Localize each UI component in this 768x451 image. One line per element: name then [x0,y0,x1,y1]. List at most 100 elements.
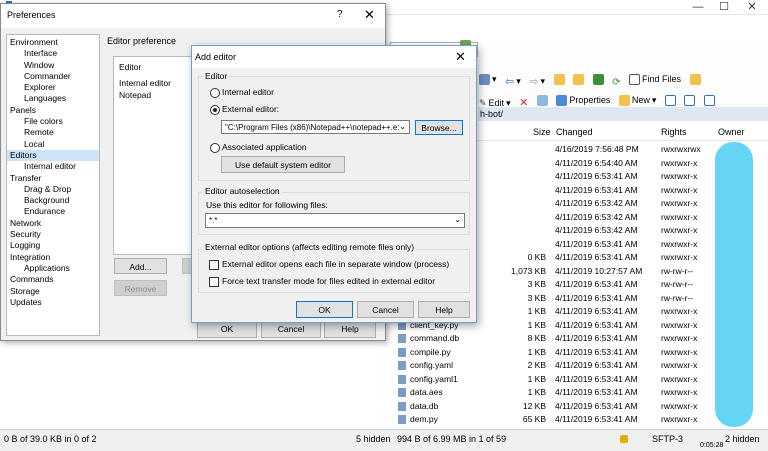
table-row[interactable]: dem.py 65 KB 4/11/2019 6:53:41 AM rwxrwxr-x [390,413,768,427]
table-row[interactable]: data.db 12 KB 4/11/2019 6:53:41 AM rwxrwxr-… [390,400,768,414]
table-row[interactable]: command.db 8 KB 4/11/2019 6:53:41 AM rwxrwx… [390,332,768,346]
close-window-button[interactable]: ✕ [738,0,766,14]
table-row[interactable]: compile.py 1 KB 4/11/2019 6:53:41 AM rwxrwx… [390,346,768,360]
forward-button[interactable]: ⇨ ▾ [526,74,548,88]
file-rights: rwxrwxr-x [661,198,698,208]
select-all-button[interactable] [662,93,679,107]
file-name: data.db [410,400,439,411]
chevron-down-icon: ⌄ [399,122,406,131]
file-size: 1 KB [527,387,546,397]
tree-item[interactable]: Background [7,195,99,206]
file-mask-combo[interactable]: *.* ⌄ [205,213,465,228]
preferences-tree[interactable]: Environment Interface Window Commander Explo… [6,34,100,336]
external-editor-path-combo[interactable]: "C:\Program Files (x86)\Notepad++\notepa… [221,120,410,134]
external-editor-radio[interactable] [210,105,220,115]
new-button[interactable]: New ▾ [616,93,660,107]
preferences-close-button[interactable]: ✕ [364,7,375,23]
file-changed: 4/11/2019 6:53:41 AM [555,400,638,411]
column-changed[interactable]: Changed [556,127,593,137]
file-rights: rwxrwxr-x [661,373,698,384]
tree-item[interactable]: Commander [7,71,99,82]
associated-application-radio[interactable] [210,143,220,153]
tree-item[interactable]: Commands [7,274,99,285]
redaction-mark [715,142,753,427]
file-mask-value: *.* [209,216,218,225]
internal-editor-radio[interactable] [210,88,220,98]
remove-editor-button[interactable]: Remove [114,280,167,296]
tree-item[interactable]: File colors [7,116,99,127]
minimize-button[interactable]: — [684,0,712,14]
add-editor-help-button[interactable]: Help [418,301,470,318]
help-title-button[interactable]: ? [337,9,343,20]
use-default-system-editor-button[interactable]: Use default system editor [221,156,345,173]
file-icon [398,401,406,411]
file-changed: 4/11/2019 6:53:41 AM [555,319,638,330]
tree-item[interactable]: Applications [7,263,99,274]
tree-item[interactable]: Window [7,60,99,71]
file-rights: rwxrwxr-x [661,211,698,222]
editors-list-item[interactable]: Notepad [114,89,191,101]
filter-button[interactable]: ▾ [476,72,500,86]
separate-window-checkbox[interactable] [209,260,219,270]
table-row[interactable]: config.yaml1 1 KB 4/11/2019 6:53:41 AM rwxr… [390,373,768,387]
tree-item[interactable]: Network [7,218,99,229]
file-name: dem.py [410,414,438,424]
parent-dir-button[interactable] [551,72,568,86]
editors-list-header: Editor [119,62,142,72]
rename-button[interactable] [534,93,551,107]
add-editor-button[interactable]: Add... [114,258,167,274]
properties-button[interactable]: Properties [553,93,613,107]
maximize-button[interactable]: ☐ [710,0,738,14]
filter-select-button[interactable] [701,93,718,107]
filter-select-icon [704,94,715,106]
tree-item[interactable]: Logging [7,240,99,251]
unselect-button[interactable] [681,93,698,107]
external-editor-path: "C:\Program Files (x86)\Notepad++\notepa… [225,123,400,132]
file-icon [398,415,406,424]
column-rights[interactable]: Rights [661,127,687,137]
tree-item[interactable]: Security [7,229,99,240]
file-size: 1 KB [527,306,546,316]
file-rights: rw-rw-r-- [661,265,694,276]
status-right-hidden: 2 hidden [725,434,760,444]
force-text-label: Force text transfer mode for files edite… [222,276,436,286]
tree-item[interactable]: Editors [7,149,99,162]
editors-list-item[interactable]: Internal editor [114,77,191,89]
column-size[interactable]: Size [533,127,551,137]
tree-item[interactable]: Drag & Drop [7,184,99,195]
tree-item[interactable]: Panels [7,105,99,116]
tree-item[interactable]: Updates [7,297,99,308]
refresh-button[interactable]: ⟳ [609,75,623,89]
tree-item[interactable]: Explorer [7,82,99,93]
root-dir-button[interactable] [570,72,587,86]
file-name: compile.py [410,346,451,357]
tree-item[interactable]: Transfer [7,173,99,184]
browse-button[interactable]: Browse... [415,120,463,135]
tree-item[interactable]: Environment [7,37,99,48]
tree-item[interactable]: Interface [7,48,99,59]
add-editor-cancel-button[interactable]: Cancel [357,301,414,318]
file-rights: rwxrwxr-x [661,225,698,235]
status-bar: 0 B of 39.0 KB in 0 of 2 5 hidden 994 B … [0,429,768,451]
force-text-checkbox[interactable] [209,277,219,287]
tree-item[interactable]: Remote [7,127,99,138]
tree-item[interactable]: Languages [7,93,99,104]
table-row[interactable]: data.aes 1 KB 4/11/2019 6:53:41 AM rwxrwxr-… [390,386,768,400]
editors-list[interactable]: Editor Internal editor Notepad [113,56,192,255]
tree-item[interactable]: Endurance [7,206,99,217]
internal-editor-label: Internal editor [222,87,274,97]
table-row[interactable]: config.yaml 2 KB 4/11/2019 6:53:41 AM rwxrw… [390,359,768,373]
home-button[interactable] [590,72,607,86]
file-name: data.aes [410,387,443,397]
add-editor-close-button[interactable]: ✕ [455,49,466,65]
file-rights: rwxrwxr-x [661,414,698,424]
transfer-button[interactable] [687,72,704,86]
tree-item[interactable]: Storage [7,286,99,297]
column-owner[interactable]: Owner [718,127,745,137]
tree-item[interactable]: Internal editor [7,161,99,172]
tree-item[interactable]: Integration [7,252,99,263]
add-editor-ok-button[interactable]: OK [296,301,353,318]
find-files-button[interactable]: Find Files [626,72,684,86]
tree-item[interactable]: Local [7,139,99,150]
back-button[interactable]: ⇦ ▾ [502,74,524,88]
